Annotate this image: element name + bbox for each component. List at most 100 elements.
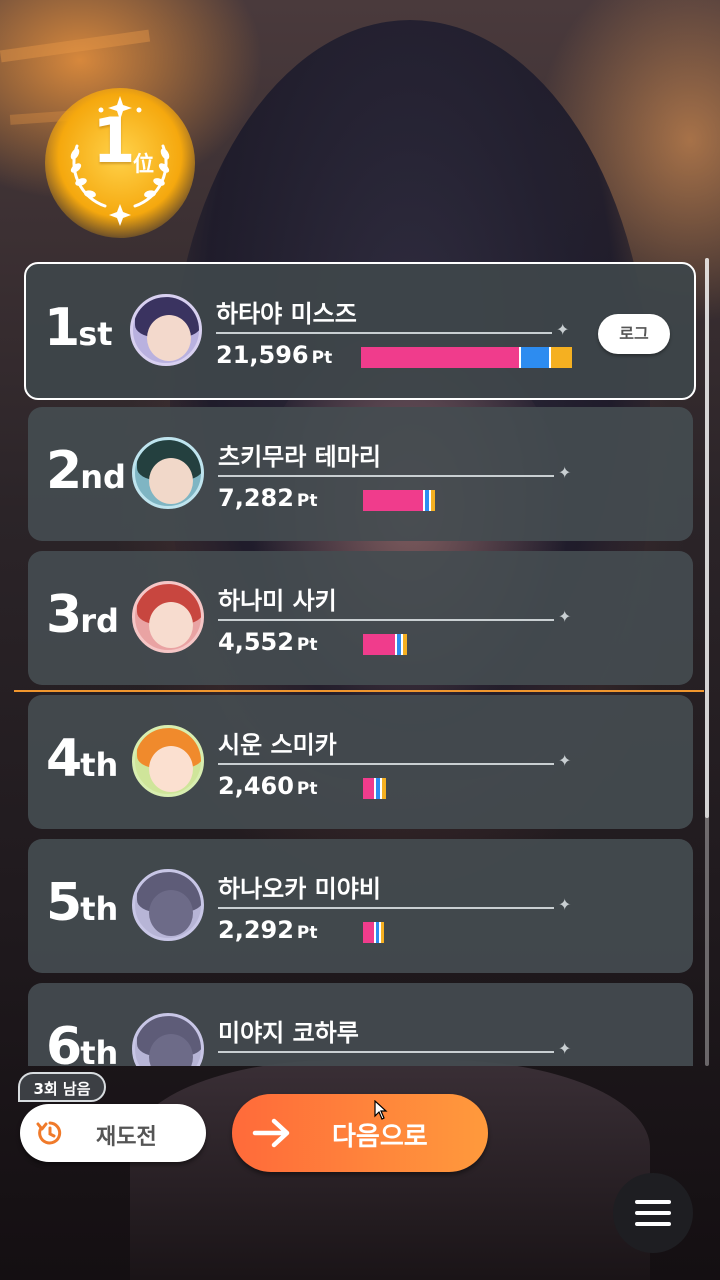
score-unit: Pt <box>311 348 333 368</box>
avatar-silhouette <box>132 1013 204 1066</box>
rank-suffix: th <box>80 746 119 784</box>
avatar-face <box>149 458 193 504</box>
rank-number: 1 <box>44 298 80 358</box>
mouse-cursor-icon <box>374 1100 388 1120</box>
row-divider <box>218 619 554 621</box>
ranking-row-3[interactable]: 3rd 하나미 사키 ✦ 4,552 Pt <box>28 551 693 685</box>
ranking-row-4[interactable]: 4th 시운 스미카 ✦ 2,460 Pt <box>28 695 693 829</box>
player-name: 하나미 사키 <box>218 587 337 615</box>
log-button[interactable]: 로그 <box>598 314 670 354</box>
score-breakdown-bar <box>363 490 435 511</box>
remaining-attempts-badge: 3회 남음 <box>18 1072 106 1102</box>
player-score: 2,460 Pt <box>218 774 318 798</box>
retry-label: 재도전 <box>96 1125 157 1150</box>
avatar-face <box>149 746 193 792</box>
rank-label: 6th <box>46 1021 118 1066</box>
bar-segment-yellow <box>403 634 407 655</box>
player-name: 츠키무라 테마리 <box>218 443 381 471</box>
background-beam <box>0 29 151 63</box>
ranking-row-1[interactable]: 1st 하타야 미스즈 ✦ 21,596 Pt 로그 <box>24 262 696 400</box>
rank-suffix: st <box>78 315 113 353</box>
arrow-right-icon <box>252 1118 290 1148</box>
score-unit: Pt <box>296 635 318 655</box>
rank-label: 5th <box>46 877 118 929</box>
menu-button[interactable] <box>613 1173 693 1253</box>
ranking-cutoff-line <box>14 690 704 692</box>
sparkle-icon: ✦ <box>558 463 572 482</box>
list-scrollbar[interactable] <box>705 258 709 1066</box>
bar-segment-yellow <box>381 922 384 943</box>
sparkle-icon: ✦ <box>558 895 572 914</box>
ranking-row-2[interactable]: 2nd 츠키무라 테마리 ✦ 7,282 Pt <box>28 407 693 541</box>
score-breakdown-bar <box>363 634 407 655</box>
bar-segment-yellow <box>551 347 572 368</box>
sparkle-icon: ✦ <box>558 607 572 626</box>
score-unit: Pt <box>296 779 318 799</box>
rank-number: 5 <box>46 873 82 933</box>
medal-rank-suffix: 位 <box>133 152 154 176</box>
row-divider <box>218 907 554 909</box>
avatar <box>132 725 204 797</box>
rank-suffix: th <box>80 1034 119 1066</box>
player-score: 4,552 Pt <box>218 630 318 654</box>
row-divider <box>218 1051 554 1053</box>
sparkle-icon: ✦ <box>558 751 572 770</box>
hamburger-icon <box>635 1211 671 1215</box>
hamburger-icon <box>635 1200 671 1204</box>
bar-segment-yellow <box>382 778 386 799</box>
bar-segment-pink <box>363 922 374 943</box>
player-score: 2,292 Pt <box>218 918 318 942</box>
row-divider <box>216 332 552 334</box>
sparkle-icon: ✦ <box>556 320 570 339</box>
row-divider <box>218 475 554 477</box>
bar-segment-pink <box>363 490 423 511</box>
score-value: 7,282 <box>218 484 294 512</box>
retry-button[interactable]: 재도전 <box>20 1104 206 1162</box>
retry-timer-icon <box>36 1121 62 1145</box>
rank-suffix: th <box>80 890 119 928</box>
next-button[interactable]: 다음으로 <box>232 1094 488 1172</box>
avatar <box>132 437 204 509</box>
avatar <box>130 294 202 366</box>
rank-number: 3 <box>46 585 82 645</box>
bar-segment-blue <box>521 347 549 368</box>
score-value: 21,596 <box>216 341 309 369</box>
avatar-face <box>149 890 193 936</box>
ranking-row-5[interactable]: 5th 하나오카 미야비 ✦ 2,292 Pt <box>28 839 693 973</box>
score-unit: Pt <box>296 491 318 511</box>
rank-number: 4 <box>46 729 82 789</box>
score-breakdown-bar <box>361 347 572 368</box>
bar-segment-pink <box>361 347 519 368</box>
score-unit: Pt <box>296 923 318 943</box>
player-name: 미야지 코하루 <box>218 1019 359 1047</box>
avatar-face <box>147 315 191 361</box>
player-name: 하나오카 미야비 <box>218 875 381 903</box>
rank-number: 6 <box>46 1017 82 1066</box>
rank-label: 2nd <box>46 445 126 497</box>
sparkle-icon: ✦ <box>558 1039 572 1058</box>
ranking-row-6[interactable]: 6th 미야지 코하루 ✦ <box>28 983 693 1066</box>
first-place-medal: 1 位 <box>45 88 195 238</box>
player-name: 하타야 미스즈 <box>216 300 357 328</box>
rank-suffix: nd <box>80 458 126 496</box>
avatar-silhouette <box>132 869 204 941</box>
rank-label: 4th <box>46 733 118 785</box>
ranking-list[interactable]: 1st 하타야 미스즈 ✦ 21,596 Pt 로그 2nd 츠키무라 테마리 ✦… <box>0 258 720 1066</box>
score-value: 2,460 <box>218 772 294 800</box>
score-breakdown-bar <box>363 778 386 799</box>
rank-number: 2 <box>46 441 82 501</box>
rank-label: 3rd <box>46 589 119 641</box>
score-breakdown-bar <box>363 922 384 943</box>
score-value: 4,552 <box>218 628 294 656</box>
player-name: 시운 스미카 <box>218 731 337 759</box>
bar-segment-pink <box>363 778 374 799</box>
rank-suffix: rd <box>80 602 119 640</box>
row-divider <box>218 763 554 765</box>
player-score: 21,596 Pt <box>216 343 332 367</box>
avatar-face <box>149 602 193 648</box>
score-value: 2,292 <box>218 916 294 944</box>
hamburger-icon <box>635 1222 671 1226</box>
scrollbar-thumb[interactable] <box>705 258 709 818</box>
next-label: 다음으로 <box>332 1122 428 1152</box>
rank-label: 1st <box>44 302 113 354</box>
